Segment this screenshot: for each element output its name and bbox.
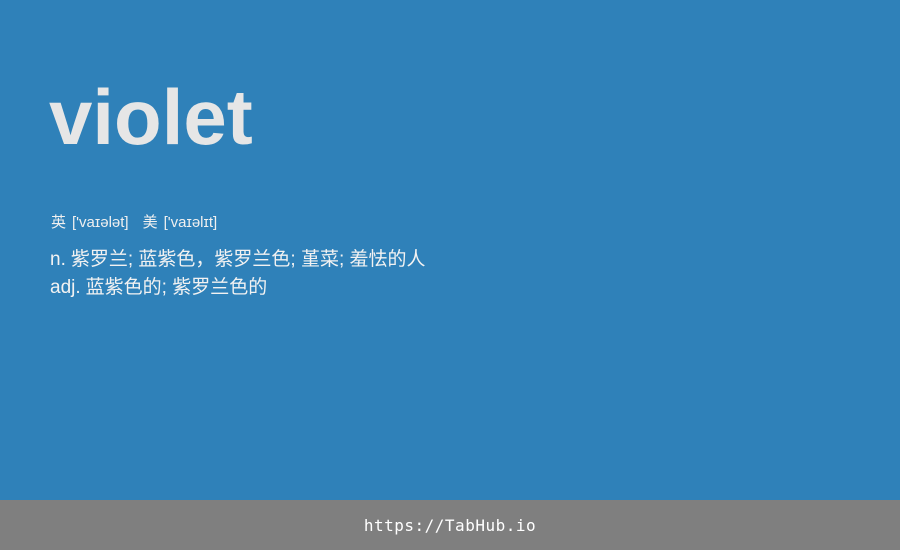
part-of-speech: adj. [50, 277, 81, 298]
definition-item: adj. 蓝紫色的; 紫罗兰色的 [50, 274, 426, 302]
definition-text: 紫罗兰; 蓝紫色，紫罗兰色; 堇菜; 羞怯的人 [70, 249, 426, 270]
part-of-speech: n. [50, 249, 66, 270]
pronunciation-row: 英 ['vaɪələt] 美 ['vaɪəlɪt] [51, 212, 217, 234]
pronunciation-uk-label: 英 [51, 214, 67, 231]
definition-list: n. 紫罗兰; 蓝紫色，紫罗兰色; 堇菜; 羞怯的人 adj. 蓝紫色的; 紫罗兰色… [50, 246, 426, 302]
word-card: violet 英 ['vaɪələt] 美 ['vaɪəlɪt] n. 紫罗兰; 蓝紫… [0, 0, 900, 500]
definition-item: n. 紫罗兰; 蓝紫色，紫罗兰色; 堇菜; 羞怯的人 [50, 246, 426, 274]
pronunciation-us-label: 美 [142, 214, 158, 231]
pronunciation-us: 美 ['vaɪəlɪt] [143, 212, 218, 234]
footer-bar: https://TabHub.io [0, 500, 900, 550]
pronunciation-uk: 英 ['vaɪələt] [51, 212, 129, 234]
pronunciation-us-ipa: ['vaɪəlɪt] [163, 214, 218, 231]
tabhub-link[interactable]: https://TabHub.io [364, 516, 536, 535]
headword: violet [49, 73, 253, 161]
pronunciation-uk-ipa: ['vaɪələt] [72, 214, 129, 231]
definition-text: 蓝紫色的; 紫罗兰色的 [85, 277, 268, 298]
